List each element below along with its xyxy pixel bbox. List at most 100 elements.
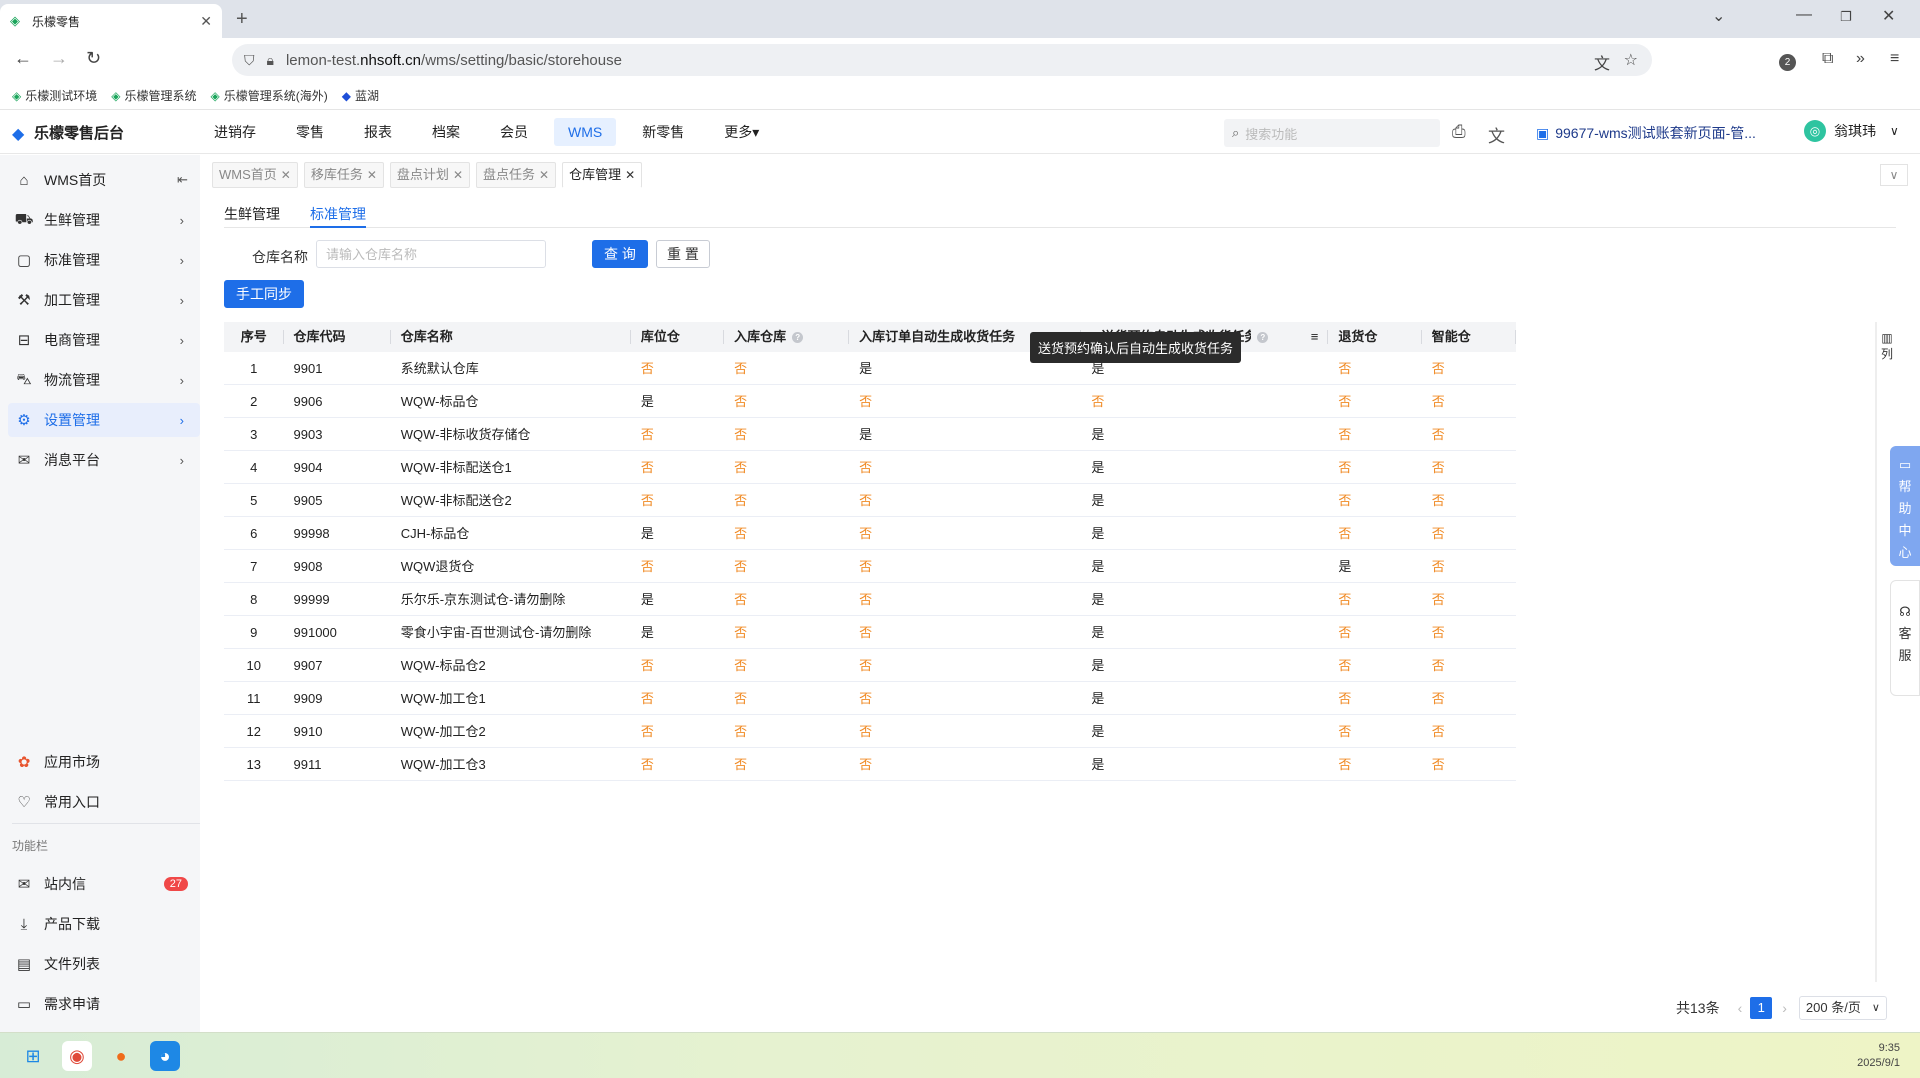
- function-search[interactable]: ⌕ 搜索功能: [1224, 119, 1440, 147]
- page-tab[interactable]: 移库任务 ✕: [303, 162, 384, 188]
- sidebar-item-app-market[interactable]: ✿ 应用市场: [8, 745, 200, 779]
- bookmark-item[interactable]: ◈ 乐檬管理系统(海外): [211, 87, 328, 104]
- warehouse-name-input[interactable]: [316, 240, 546, 268]
- nav-item-member[interactable]: 会员: [486, 118, 542, 146]
- page-tab[interactable]: WMS首页 ✕: [212, 162, 298, 188]
- tabs-dropdown-icon[interactable]: ∨: [1880, 164, 1908, 186]
- chrome-icon[interactable]: ◉: [62, 1041, 92, 1071]
- url-bar[interactable]: ⛉ 🔒︎ lemon-test.nhsoft.cn/wms/setting/ba…: [232, 44, 1652, 76]
- user-menu[interactable]: ◎ 翁琪玮 ∨: [1804, 120, 1899, 142]
- table-row[interactable]: 2 9906 WQW-标品仓 是 否 否 否 否 否: [224, 385, 1516, 418]
- nav-item-archive[interactable]: 档案: [418, 118, 474, 146]
- close-icon[interactable]: ✕: [281, 168, 291, 182]
- bookmark-star-icon[interactable]: ☆: [1624, 50, 1638, 70]
- sidebar-item-download[interactable]: ⤓ 产品下载: [8, 907, 200, 941]
- close-tab-icon[interactable]: ✕: [200, 13, 212, 30]
- table-row[interactable]: 10 9907 WQW-标品仓2 否 否 否 是 否 否: [224, 649, 1516, 682]
- tab-search-icon[interactable]: ⌄: [1712, 6, 1725, 26]
- sidebar-item-fresh[interactable]: ⛟ 生鲜管理 ›: [8, 203, 200, 237]
- help-center-dock[interactable]: ▭ 帮助中心: [1890, 446, 1920, 566]
- nav-item-retail[interactable]: 零售: [282, 118, 338, 146]
- more-tools-icon[interactable]: »: [1856, 50, 1865, 68]
- query-button[interactable]: 查 询: [592, 240, 648, 268]
- prev-page-icon[interactable]: ‹: [1738, 1000, 1743, 1016]
- new-tab-icon[interactable]: +: [236, 8, 248, 31]
- table-row[interactable]: 11 9909 WQW-加工仓1 否 否 否 是 否 否: [224, 682, 1516, 715]
- sidebar-section-title: 功能栏: [12, 839, 49, 853]
- restore-icon[interactable]: ❐: [1840, 9, 1852, 25]
- forward-icon[interactable]: →: [50, 48, 68, 69]
- print-icon[interactable]: ⎙: [1452, 122, 1466, 142]
- nav-item-inventory[interactable]: 进销存: [200, 118, 270, 146]
- table-row[interactable]: 3 9903 WQW-非标收货存储仓 否 否 是 是 否 否: [224, 418, 1516, 451]
- page-tab-active[interactable]: 仓库管理 ✕: [562, 162, 643, 188]
- site-info-icon[interactable]: ⛉: [244, 52, 255, 69]
- sidebar-item-inbox[interactable]: ✉ 站内信 27: [8, 867, 200, 901]
- reload-icon[interactable]: ↻: [86, 48, 101, 69]
- close-icon[interactable]: ✕: [625, 168, 635, 182]
- manual-sync-button[interactable]: 手工同步: [224, 280, 304, 308]
- collapse-sidebar-icon[interactable]: ⇤: [177, 172, 188, 188]
- table-row[interactable]: 13 9911 WQW-加工仓3 否 否 否 是 否 否: [224, 748, 1516, 781]
- nav-item-more[interactable]: 更多▾: [710, 118, 773, 146]
- vertical-scrollbar[interactable]: [1875, 322, 1877, 982]
- sidebar-item-wms-home[interactable]: ⌂ WMS首页 ⇤: [8, 163, 200, 197]
- nav-item-new-retail[interactable]: 新零售: [628, 118, 698, 146]
- browser-menu-icon[interactable]: ≡: [1890, 50, 1899, 68]
- help-icon[interactable]: ?: [792, 332, 804, 344]
- close-icon[interactable]: ✕: [453, 168, 463, 182]
- customer-service-dock[interactable]: ☊ 客服: [1890, 580, 1920, 696]
- inbox-icon: ✉: [17, 876, 31, 893]
- sidebar-item-ecommerce[interactable]: ⊟ 电商管理 ›: [8, 323, 200, 357]
- nav-item-wms[interactable]: WMS: [554, 118, 617, 146]
- firefox-icon[interactable]: ●: [106, 1041, 136, 1071]
- table-row[interactable]: 8 99999 乐尔乐-京东测试仓-请勿删除 是 否 否 是 否 否: [224, 583, 1516, 616]
- back-icon[interactable]: ←: [14, 48, 32, 69]
- bookmark-item[interactable]: ◈ 乐檬测试环境: [12, 87, 97, 104]
- sidebar-item-request[interactable]: ▭ 需求申请: [8, 987, 200, 1021]
- table-row[interactable]: 12 9910 WQW-加工仓2 否 否 否 是 否 否: [224, 715, 1516, 748]
- table-row[interactable]: 6 99998 CJH-标品仓 是 否 否 是 否 否: [224, 517, 1516, 550]
- page-number-current[interactable]: 1: [1750, 997, 1773, 1019]
- bookmark-item[interactable]: ◆ 蓝湖: [342, 87, 379, 104]
- page-size-select[interactable]: 200 条/页 ∨: [1798, 996, 1887, 1020]
- windows-start-icon[interactable]: ⊞: [18, 1041, 48, 1071]
- close-icon[interactable]: ✕: [539, 168, 549, 182]
- profile-badge[interactable]: 2: [1779, 54, 1796, 71]
- chat-app-icon[interactable]: ◕: [150, 1041, 180, 1071]
- extensions-icon[interactable]: ⧉: [1822, 50, 1833, 68]
- sidebar-item-logistics[interactable]: ⛍ 物流管理 ›: [8, 363, 200, 397]
- minimize-icon[interactable]: —: [1796, 6, 1812, 24]
- table-row[interactable]: 9 991000 零食小宇宙-百世测试仓-请勿删除 是 否 否 是 否 否: [224, 616, 1516, 649]
- browser-tab[interactable]: ◈ 乐檬零售 ✕: [0, 4, 222, 38]
- factory-icon: ⚒: [17, 292, 31, 309]
- table-row[interactable]: 1 9901 系统默认仓库否否是是否否: [224, 352, 1516, 385]
- sidebar-item-standard[interactable]: ▢ 标准管理 ›: [8, 243, 200, 277]
- account-switcher[interactable]: ▣ 99677-wms测试账套新页面-管...: [1536, 123, 1756, 143]
- nav-item-report[interactable]: 报表: [350, 118, 406, 146]
- sidebar-item-settings[interactable]: ⚙ 设置管理 ›: [8, 403, 200, 437]
- sidebar-item-messages[interactable]: ✉ 消息平台 ›: [8, 443, 200, 477]
- table-row[interactable]: 7 9908 WQW退货仓 否 否 否 是 是 否: [224, 550, 1516, 583]
- page-tab[interactable]: 盘点任务 ✕: [476, 162, 557, 188]
- close-window-icon[interactable]: ✕: [1882, 6, 1895, 26]
- bookmark-item[interactable]: ◈ 乐檬管理系统: [111, 87, 196, 104]
- table-row[interactable]: 5 9905 WQW-非标配送仓2 否 否 否 是 否 否: [224, 484, 1516, 517]
- tab-standard[interactable]: 标准管理: [310, 204, 366, 228]
- reset-button[interactable]: 重 置: [656, 240, 710, 268]
- next-page-icon[interactable]: ›: [1782, 1000, 1787, 1016]
- translate-icon[interactable]: 文: [1594, 50, 1610, 74]
- filter-menu-icon[interactable]: ≡: [1311, 322, 1319, 352]
- page-tab[interactable]: 盘点计划 ✕: [389, 162, 470, 188]
- sidebar-item-favorites[interactable]: ♡ 常用入口: [8, 785, 200, 819]
- sidebar-item-processing[interactable]: ⚒ 加工管理 ›: [8, 283, 200, 317]
- code-cell: 9903: [293, 426, 323, 442]
- help-icon[interactable]: ?: [1257, 332, 1269, 344]
- app-logo[interactable]: ◆ 乐檬零售后台: [12, 122, 124, 143]
- language-icon[interactable]: 文: [1488, 122, 1505, 147]
- close-icon[interactable]: ✕: [367, 168, 377, 182]
- sidebar-item-files[interactable]: ▤ 文件列表: [8, 947, 200, 981]
- flag-cell: 是: [1091, 690, 1105, 706]
- tab-fresh[interactable]: 生鲜管理: [224, 204, 280, 228]
- table-row[interactable]: 4 9904 WQW-非标配送仓1 否 否 否 是 否 否: [224, 451, 1516, 484]
